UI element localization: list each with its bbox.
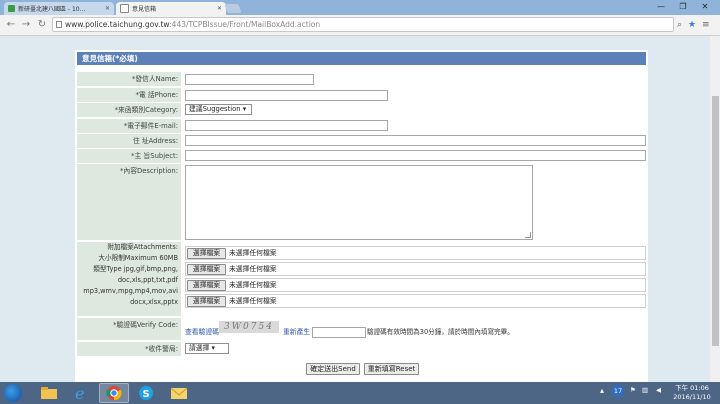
choose-file-button-1[interactable]: 選擇檔案 (187, 248, 226, 259)
ie-taskbar-button[interactable]: e (66, 383, 96, 403)
address-input[interactable] (185, 135, 646, 146)
subject-label: *主 旨Subject: (77, 149, 181, 163)
network-icon[interactable]: ▥ (642, 386, 648, 394)
attachments-max-size: 大小限制Maximum 60MB (98, 254, 178, 262)
attachments-types-line: 類型Type jpg,gif,bmp,png, (93, 265, 178, 273)
flag-icon[interactable]: ⚑ (630, 386, 636, 394)
attachments-info: 附加檔案Attachments: 大小限制Maximum 60MB 類型Type… (77, 242, 181, 308)
verify-label: *驗證碼Verify Code: (77, 318, 181, 340)
resize-handle-icon[interactable] (525, 232, 531, 238)
subject-input[interactable] (185, 150, 646, 161)
explorer-taskbar-button[interactable] (34, 383, 64, 403)
folder-icon (41, 387, 57, 399)
reset-button[interactable]: 重新填寫Reset (364, 363, 419, 375)
close-window-button[interactable]: ✕ (694, 0, 716, 14)
page-info-icon[interactable] (56, 21, 62, 28)
verify-hint: 驗證碼有效時間為30分鐘，請於時間內填寫完畢。 (367, 328, 514, 336)
description-textarea[interactable] (185, 165, 533, 240)
attachments-types-line: doc,xls,ppt,txt,pdf (117, 276, 178, 284)
address-bar[interactable]: www.police.taichung.gov.tw:443/TCPBIssue… (52, 17, 674, 32)
site-icon (8, 5, 15, 12)
captcha-image: 3W0754 (219, 321, 279, 333)
tray-lang-indicator[interactable]: 17 (612, 385, 624, 397)
forward-icon[interactable]: → (19, 18, 33, 32)
start-button[interactable] (4, 384, 22, 402)
tab-title: 意見信箱 (132, 6, 157, 13)
send-button[interactable]: 確定送出Send (306, 363, 360, 375)
name-label: *發信人Name: (77, 72, 181, 86)
attachments-types-line: mp3,wmv,mpg,mp4,mov,avi (83, 287, 178, 295)
volume-icon[interactable]: ◀ (656, 386, 661, 394)
menu-icon[interactable]: ≡ (702, 19, 710, 31)
close-tab-icon[interactable]: ✕ (105, 5, 110, 12)
skype-icon: S (139, 386, 153, 400)
description-label: *內容Description: (77, 164, 181, 240)
browser-toolbar: ← → ↻ www.police.taichung.gov.tw:443/TCP… (0, 15, 720, 36)
svg-text:e: e (75, 384, 84, 402)
mail-taskbar-button[interactable] (164, 383, 194, 403)
page-viewport: 意見信箱(*必填) *發信人Name: *電 話Phone: *來函類別Cate… (0, 36, 710, 382)
mail-icon (170, 387, 188, 399)
clock-time: 下午 01:06 (675, 384, 709, 392)
system-clock[interactable]: 下午 01:06 2016/11/10 (672, 384, 712, 402)
no-file-text: 未選擇任何檔案 (229, 265, 277, 273)
verify-code-input[interactable] (312, 327, 366, 338)
form-title: 意見信箱(*必填) (77, 52, 646, 65)
recipient-select[interactable]: 請選擇 ▾ (185, 343, 229, 354)
recipient-label: *收件警局: (77, 342, 181, 356)
skype-taskbar-button[interactable]: S (131, 383, 161, 403)
clock-date: 2016/11/10 (673, 393, 711, 401)
url-path: :443/TCPBIssue/Front/MailBoxAdd.action (169, 20, 321, 29)
choose-file-button-2[interactable]: 選擇檔案 (187, 264, 226, 275)
no-file-text: 未選擇任何檔案 (229, 281, 277, 289)
no-file-text: 未選擇任何檔案 (229, 297, 277, 305)
choose-file-button-4[interactable]: 選擇檔案 (187, 296, 226, 307)
attachments-label: 附加檔案Attachments: (107, 243, 178, 251)
reload-icon[interactable]: ↻ (35, 18, 49, 32)
tab-active[interactable]: 意見信箱 ✕ (116, 2, 226, 15)
chrome-icon (106, 386, 122, 401)
email-label: *電子郵件E-mail: (77, 119, 181, 133)
category-label: *來函類別Category: (77, 103, 181, 117)
tray-up-arrow-icon[interactable]: ▴ (600, 386, 604, 395)
address-label: 住 址Address: (77, 134, 181, 148)
svg-text:S: S (143, 389, 150, 400)
name-input[interactable] (185, 74, 314, 85)
chrome-taskbar-button[interactable] (99, 383, 129, 403)
tab-other[interactable]: 新研臺北建八國區 - 10… ✕ (4, 2, 114, 15)
phone-input[interactable] (185, 90, 388, 101)
email-input[interactable] (185, 120, 388, 131)
attachments-types-line: docx,xlsx,pptx (130, 298, 178, 306)
zoom-icon[interactable]: ⌕ (677, 19, 682, 31)
scrollbar-thumb[interactable] (712, 96, 719, 346)
choose-file-button-3[interactable]: 選擇檔案 (187, 280, 226, 291)
view-captcha-link[interactable]: 查看驗證碼 (185, 327, 219, 338)
minimize-button[interactable]: — (650, 0, 672, 14)
new-tab-button[interactable] (224, 4, 242, 13)
internet-explorer-icon: e (75, 384, 84, 402)
url-host: www.police.taichung.gov.tw (65, 20, 170, 29)
phone-label: *電 話Phone: (77, 88, 181, 102)
category-select[interactable]: 建議Suggestion ▾ (185, 104, 252, 115)
bookmark-star-icon[interactable]: ★ (688, 19, 696, 31)
no-file-text: 未選擇任何檔案 (229, 249, 277, 257)
maximize-button[interactable]: ❐ (672, 0, 694, 14)
page-icon (120, 4, 129, 13)
close-tab-icon[interactable]: ✕ (217, 5, 222, 12)
refresh-captcha-link[interactable]: 重新產生 (283, 327, 310, 338)
back-icon[interactable]: ← (4, 18, 18, 32)
tab-title: 新研臺北建八國區 - 10… (18, 6, 86, 13)
